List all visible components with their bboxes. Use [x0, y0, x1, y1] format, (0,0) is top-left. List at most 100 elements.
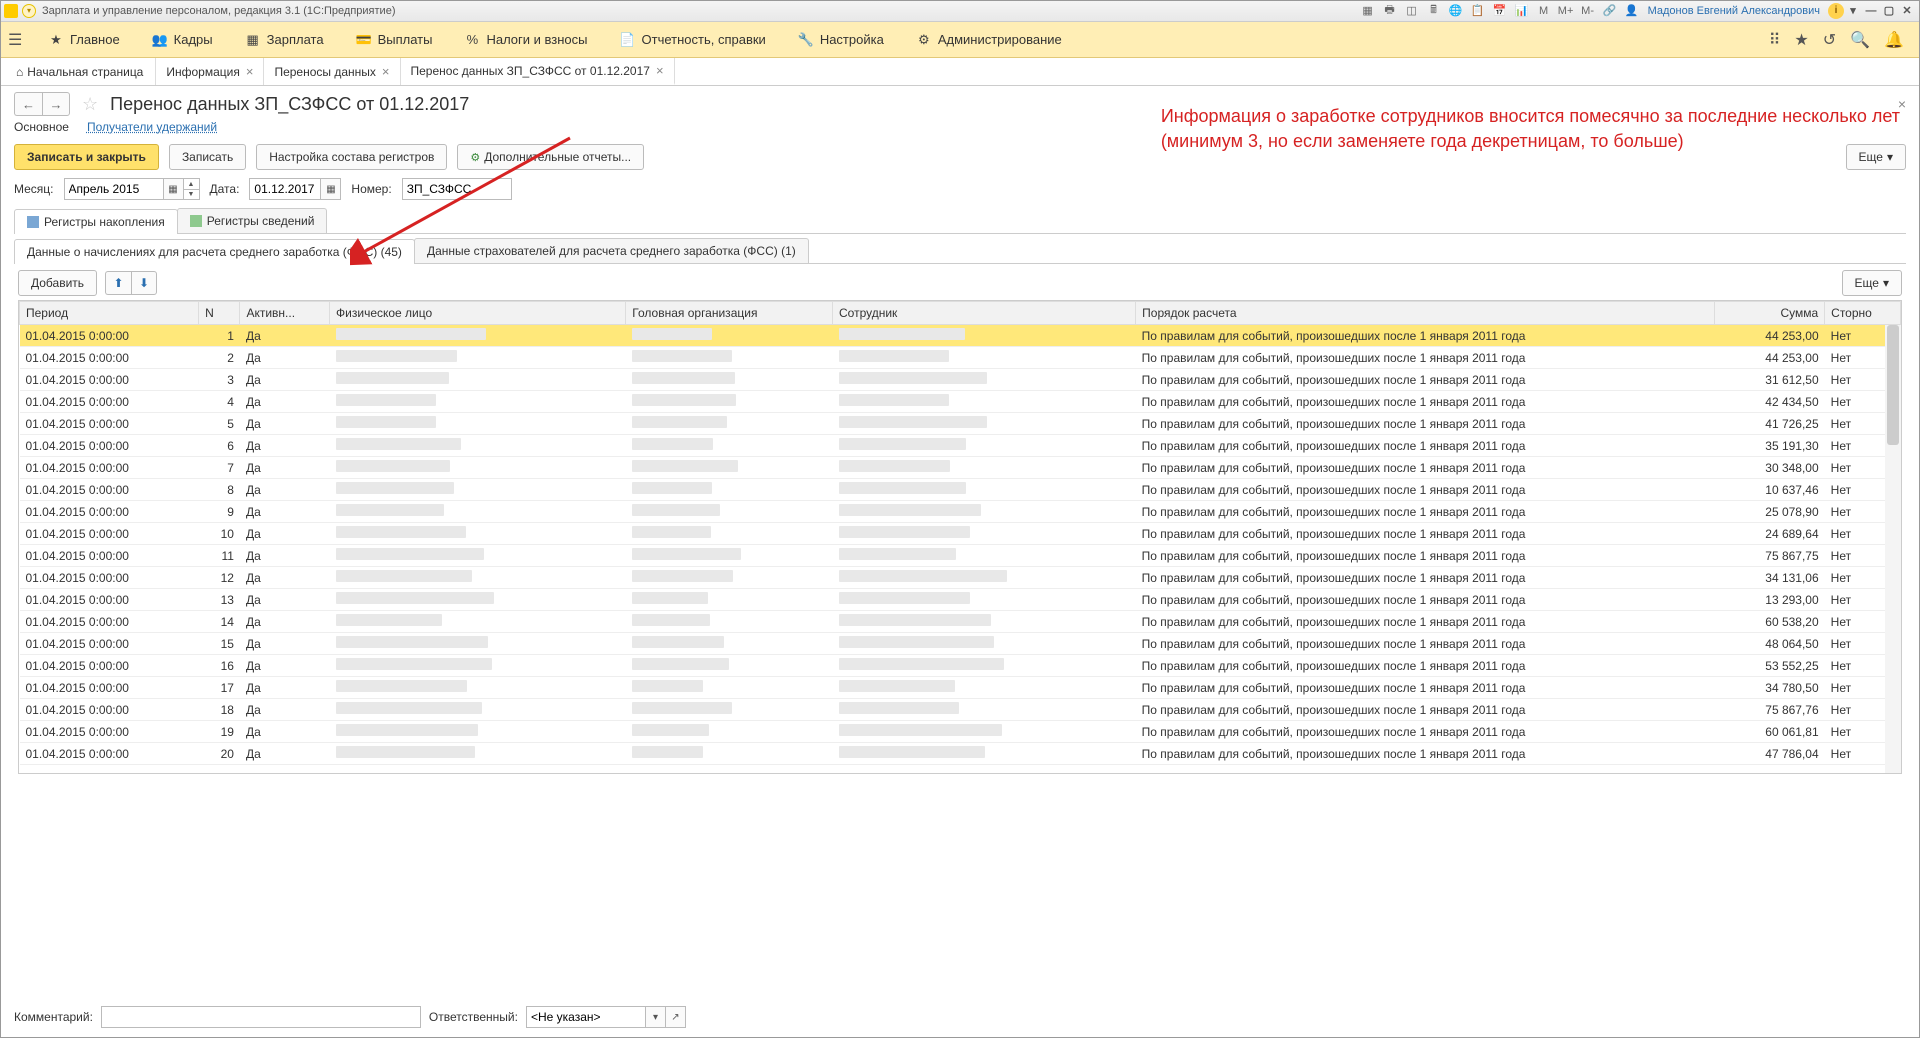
table-row[interactable]: 01.04.2015 0:00:003ДаПо правилам для соб… — [20, 369, 1901, 391]
table-row[interactable]: 01.04.2015 0:00:0015ДаПо правилам для со… — [20, 633, 1901, 655]
subtab-accruals-data[interactable]: Данные о начислениях для расчета среднег… — [14, 239, 415, 264]
compare-icon[interactable]: ◫ — [1404, 3, 1420, 19]
col-calc-order[interactable]: Порядок расчета — [1136, 302, 1715, 325]
table-row[interactable]: 01.04.2015 0:00:007ДаПо правилам для соб… — [20, 457, 1901, 479]
table-row[interactable]: 01.04.2015 0:00:009ДаПо правилам для соб… — [20, 501, 1901, 523]
close-icon[interactable]: × — [246, 64, 254, 79]
table-row[interactable]: 01.04.2015 0:00:006ДаПо правилам для соб… — [20, 435, 1901, 457]
table-row[interactable]: 01.04.2015 0:00:0018ДаПо правилам для со… — [20, 699, 1901, 721]
m-minus-icon[interactable]: M- — [1580, 3, 1596, 19]
month-down[interactable]: ▼ — [184, 189, 200, 200]
table-row[interactable]: 01.04.2015 0:00:001ДаПо правилам для соб… — [20, 325, 1901, 347]
vertical-scrollbar[interactable] — [1885, 325, 1901, 773]
move-up-button[interactable]: ⬆ — [105, 271, 131, 295]
close-document-button[interactable]: × — [1898, 96, 1906, 112]
link-icon[interactable]: 🔗 — [1602, 3, 1618, 19]
m-icon[interactable]: M — [1536, 3, 1552, 19]
menu-admin[interactable]: ⚙Администрирование — [900, 32, 1078, 48]
maximize-button[interactable]: ▢ — [1880, 4, 1898, 17]
globe-icon[interactable]: 🌐 — [1448, 3, 1464, 19]
minimize-button[interactable]: — — [1862, 5, 1880, 17]
calendar-icon[interactable]: 📅 — [1492, 3, 1508, 19]
burger-icon[interactable]: ☰ — [8, 30, 32, 50]
move-down-button[interactable]: ⬇ — [131, 271, 157, 295]
current-user[interactable]: Мадонов Евгений Александрович — [1648, 5, 1820, 17]
save-close-button[interactable]: Записать и закрыть — [14, 144, 159, 170]
help-icon[interactable]: i — [1828, 3, 1844, 19]
menu-main[interactable]: ★Главное — [32, 32, 136, 48]
close-icon[interactable]: × — [382, 64, 390, 79]
table-row[interactable]: 01.04.2015 0:00:004ДаПо правилам для соб… — [20, 391, 1901, 413]
month-up[interactable]: ▲ — [184, 178, 200, 189]
table-row[interactable]: 01.04.2015 0:00:002ДаПо правилам для соб… — [20, 347, 1901, 369]
table-row[interactable]: 01.04.2015 0:00:0017ДаПо правилам для со… — [20, 677, 1901, 699]
subtab-main[interactable]: Основное — [14, 120, 69, 136]
more-button[interactable]: Еще ▾ — [1846, 144, 1906, 170]
add-button[interactable]: Добавить — [18, 270, 97, 296]
menu-hr[interactable]: 👥Кадры — [136, 32, 229, 48]
scrollbar-thumb[interactable] — [1887, 325, 1899, 445]
subtab-insurers-data[interactable]: Данные страхователей для расчета среднег… — [414, 238, 809, 263]
registry-setup-button[interactable]: Настройка состава регистров — [256, 144, 447, 170]
table-row[interactable]: 01.04.2015 0:00:008ДаПо правилам для соб… — [20, 479, 1901, 501]
search-icon[interactable]: 🔍 — [1850, 30, 1870, 50]
comment-field[interactable] — [101, 1006, 421, 1028]
table-row[interactable]: 01.04.2015 0:00:0011ДаПо правилам для со… — [20, 545, 1901, 567]
col-period[interactable]: Период — [20, 302, 199, 325]
subtab-recipients[interactable]: Получатели удержаний — [87, 120, 217, 136]
tab-transfer-doc[interactable]: Перенос данных ЗП_СЗФСС от 01.12.2017× — [401, 58, 675, 85]
col-active[interactable]: Активн... — [240, 302, 330, 325]
tab-info[interactable]: Информация× — [156, 58, 264, 85]
history-icon[interactable]: ↺ — [1823, 30, 1836, 50]
responsible-dropdown-button[interactable]: ▾ — [646, 1006, 666, 1028]
favorite-toggle[interactable]: ☆ — [82, 94, 98, 115]
col-n[interactable]: N — [199, 302, 240, 325]
menu-salary[interactable]: ▦Зарплата — [229, 32, 340, 48]
month-picker-button[interactable]: ▦ — [164, 178, 184, 200]
dropdown-icon[interactable]: ▾ — [22, 4, 36, 18]
col-sum[interactable]: Сумма — [1714, 302, 1824, 325]
date-field[interactable] — [249, 178, 321, 200]
tab-info-registers[interactable]: Регистры сведений — [177, 208, 328, 233]
close-icon[interactable]: × — [656, 63, 664, 78]
apps-icon[interactable]: ⠿ — [1769, 30, 1781, 50]
col-employee[interactable]: Сотрудник — [833, 302, 1136, 325]
responsible-field[interactable] — [526, 1006, 646, 1028]
month-field[interactable] — [64, 178, 164, 200]
table-row[interactable]: 01.04.2015 0:00:0013ДаПо правилам для со… — [20, 589, 1901, 611]
favorite-icon[interactable]: ★ — [1794, 30, 1808, 50]
calc-icon[interactable]: 🖩 — [1426, 3, 1442, 19]
nav-forward-button[interactable]: → — [42, 92, 70, 116]
dropdown2-icon[interactable]: ▾ — [1844, 4, 1862, 17]
responsible-open-button[interactable]: ↗ — [666, 1006, 686, 1028]
table-row[interactable]: 01.04.2015 0:00:005ДаПо правилам для соб… — [20, 413, 1901, 435]
table-row[interactable]: 01.04.2015 0:00:0020ДаПо правилам для со… — [20, 743, 1901, 765]
home-tab[interactable]: ⌂Начальная страница — [4, 58, 156, 85]
table-row[interactable]: 01.04.2015 0:00:0012ДаПо правилам для со… — [20, 567, 1901, 589]
additional-reports-button[interactable]: ⚙Дополнительные отчеты... — [457, 144, 644, 170]
col-physical-person[interactable]: Физическое лицо — [330, 302, 626, 325]
table-row[interactable]: 01.04.2015 0:00:0010ДаПо правилам для со… — [20, 523, 1901, 545]
more-table-button[interactable]: Еще ▾ — [1842, 270, 1902, 296]
table-row[interactable]: 01.04.2015 0:00:0014ДаПо правилам для со… — [20, 611, 1901, 633]
nav-back-button[interactable]: ← — [14, 92, 42, 116]
menu-taxes[interactable]: %Налоги и взносы — [448, 32, 603, 48]
menu-payments[interactable]: 💳Выплаты — [340, 32, 449, 48]
menu-settings[interactable]: 🔧Настройка — [782, 32, 900, 48]
col-storno[interactable]: Сторно — [1825, 302, 1901, 325]
tab-transfers[interactable]: Переносы данных× — [264, 58, 400, 85]
close-window-button[interactable]: ✕ — [1898, 4, 1916, 17]
clipboard-icon[interactable]: 📋 — [1470, 3, 1486, 19]
grid-icon[interactable]: ▦ — [1360, 3, 1376, 19]
date-picker-button[interactable]: ▦ — [321, 178, 341, 200]
table-row[interactable]: 01.04.2015 0:00:0019ДаПо правилам для со… — [20, 721, 1901, 743]
bell-icon[interactable]: 🔔 — [1884, 30, 1904, 50]
col-organization[interactable]: Головная организация — [626, 302, 833, 325]
print-icon[interactable]: 🖶 — [1382, 3, 1398, 19]
number-field[interactable] — [402, 178, 512, 200]
table-row[interactable]: 01.04.2015 0:00:0016ДаПо правилам для со… — [20, 655, 1901, 677]
chart-icon[interactable]: 📊 — [1514, 3, 1530, 19]
menu-reports[interactable]: 📄Отчетность, справки — [604, 32, 782, 48]
tab-accumulation-registers[interactable]: Регистры накопления — [14, 209, 178, 234]
m-plus-icon[interactable]: M+ — [1558, 3, 1574, 19]
